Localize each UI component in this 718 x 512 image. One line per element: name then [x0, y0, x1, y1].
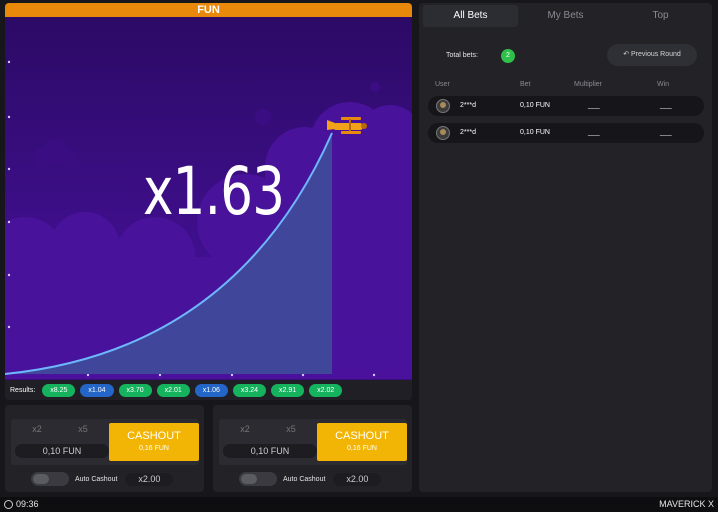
- clock-time: 09:36: [16, 499, 39, 509]
- total-bets-label: Total bets:: [446, 52, 478, 59]
- result-pill[interactable]: x3.24: [232, 383, 267, 397]
- result-pill[interactable]: x2.91: [271, 383, 305, 397]
- row-win: ___: [660, 102, 672, 109]
- tab-all-bets[interactable]: All Bets: [423, 5, 518, 27]
- cashout-amount: 0,16 FUN: [347, 445, 377, 452]
- table-row: 2***d 0,10 FUN ___ ___: [428, 123, 704, 143]
- avatar: [436, 126, 450, 140]
- auto-cashout-row: Auto Cashout x2.00: [31, 472, 174, 486]
- row-user: 2***d: [460, 102, 476, 109]
- auto-cashout-toggle[interactable]: [31, 472, 69, 486]
- tab-my-bets[interactable]: My Bets: [518, 5, 613, 27]
- col-bet: Bet: [520, 81, 531, 88]
- bet-panel-1: x2 x5 0,10 FUN CASHOUT 0,16 FUN Auto Cas…: [5, 405, 204, 492]
- results-history: Results: x8.25 x1.04 x3.70 x2.01 x1.06 x…: [5, 380, 412, 400]
- cashout-label: CASHOUT: [335, 430, 389, 442]
- result-pill[interactable]: x1.06: [194, 383, 228, 397]
- table-row: 2***d 0,10 FUN ___ ___: [428, 96, 704, 116]
- result-pill[interactable]: x2.01: [156, 383, 190, 397]
- cashout-button[interactable]: CASHOUT 0,16 FUN: [109, 423, 199, 461]
- total-bets-count: 2: [501, 49, 515, 63]
- bet-controls: x2 x5 0,10 FUN CASHOUT 0,16 FUN: [219, 419, 407, 465]
- x5-button[interactable]: x5: [61, 424, 105, 434]
- auto-cashout-input[interactable]: x2.00: [333, 472, 382, 486]
- result-pill[interactable]: x3.70: [118, 383, 152, 397]
- result-pill[interactable]: x8.25: [42, 383, 76, 397]
- results-label: Results:: [10, 386, 36, 394]
- row-multiplier: ___: [588, 129, 600, 136]
- cashout-amount: 0,16 FUN: [139, 445, 169, 452]
- col-win: Win: [657, 81, 670, 88]
- mode-banner: FUN: [5, 3, 412, 17]
- auto-cashout-label: Auto Cashout: [75, 475, 118, 483]
- auto-cashout-input[interactable]: x2.00: [125, 472, 174, 486]
- x5-button[interactable]: x5: [269, 424, 313, 434]
- cashout-label: CASHOUT: [127, 430, 181, 442]
- bets-sidebar: All Bets My Bets Top Total bets: 2 ↶ Pre…: [419, 3, 712, 492]
- auto-cashout-label: Auto Cashout: [283, 475, 326, 483]
- app-root: FUN x1.63 Results: x8.25 x1.04 x3.70 x2.…: [0, 0, 718, 512]
- bet-controls: x2 x5 0,10 FUN CASHOUT 0,16 FUN: [11, 419, 199, 465]
- game-panel: FUN x1.63 Results: x8.25 x1.04 x3.70 x2.…: [5, 3, 412, 400]
- col-user: User: [435, 81, 450, 88]
- bet-amount-input[interactable]: 0,10 FUN: [15, 444, 109, 458]
- footer-bar: 09:36 MAVERICK X: [0, 497, 718, 512]
- current-multiplier: x1.63: [143, 153, 285, 230]
- clock: 09:36: [4, 499, 39, 509]
- previous-round-label: Previous Round: [631, 51, 681, 58]
- clock-icon: [4, 499, 13, 509]
- x2-button[interactable]: x2: [223, 424, 267, 434]
- row-bet: 0,10 FUN: [520, 102, 550, 109]
- bet-amount-input[interactable]: 0,10 FUN: [223, 444, 317, 458]
- avatar: [436, 99, 450, 113]
- col-multiplier: Multiplier: [574, 81, 603, 88]
- row-user: 2***d: [460, 129, 476, 136]
- tab-top[interactable]: Top: [613, 5, 708, 27]
- row-bet: 0,10 FUN: [520, 129, 550, 136]
- brand-name: MAVERICK X: [659, 499, 714, 509]
- previous-round-button[interactable]: ↶ Previous Round: [607, 44, 697, 66]
- history-icon: ↶: [623, 51, 631, 58]
- row-multiplier: ___: [588, 102, 600, 109]
- row-win: ___: [660, 129, 672, 136]
- bets-table-header: User Bet Multiplier Win: [427, 81, 705, 91]
- x2-button[interactable]: x2: [15, 424, 59, 434]
- result-pill[interactable]: x1.04: [80, 383, 114, 397]
- result-pill[interactable]: x2.02: [309, 383, 343, 397]
- auto-cashout-toggle[interactable]: [239, 472, 277, 486]
- cashout-button[interactable]: CASHOUT 0,16 FUN: [317, 423, 407, 461]
- auto-cashout-row: Auto Cashout x2.00: [239, 472, 382, 486]
- bets-tabs: All Bets My Bets Top: [423, 5, 708, 27]
- bet-panel-2: x2 x5 0,10 FUN CASHOUT 0,16 FUN Auto Cas…: [213, 405, 412, 492]
